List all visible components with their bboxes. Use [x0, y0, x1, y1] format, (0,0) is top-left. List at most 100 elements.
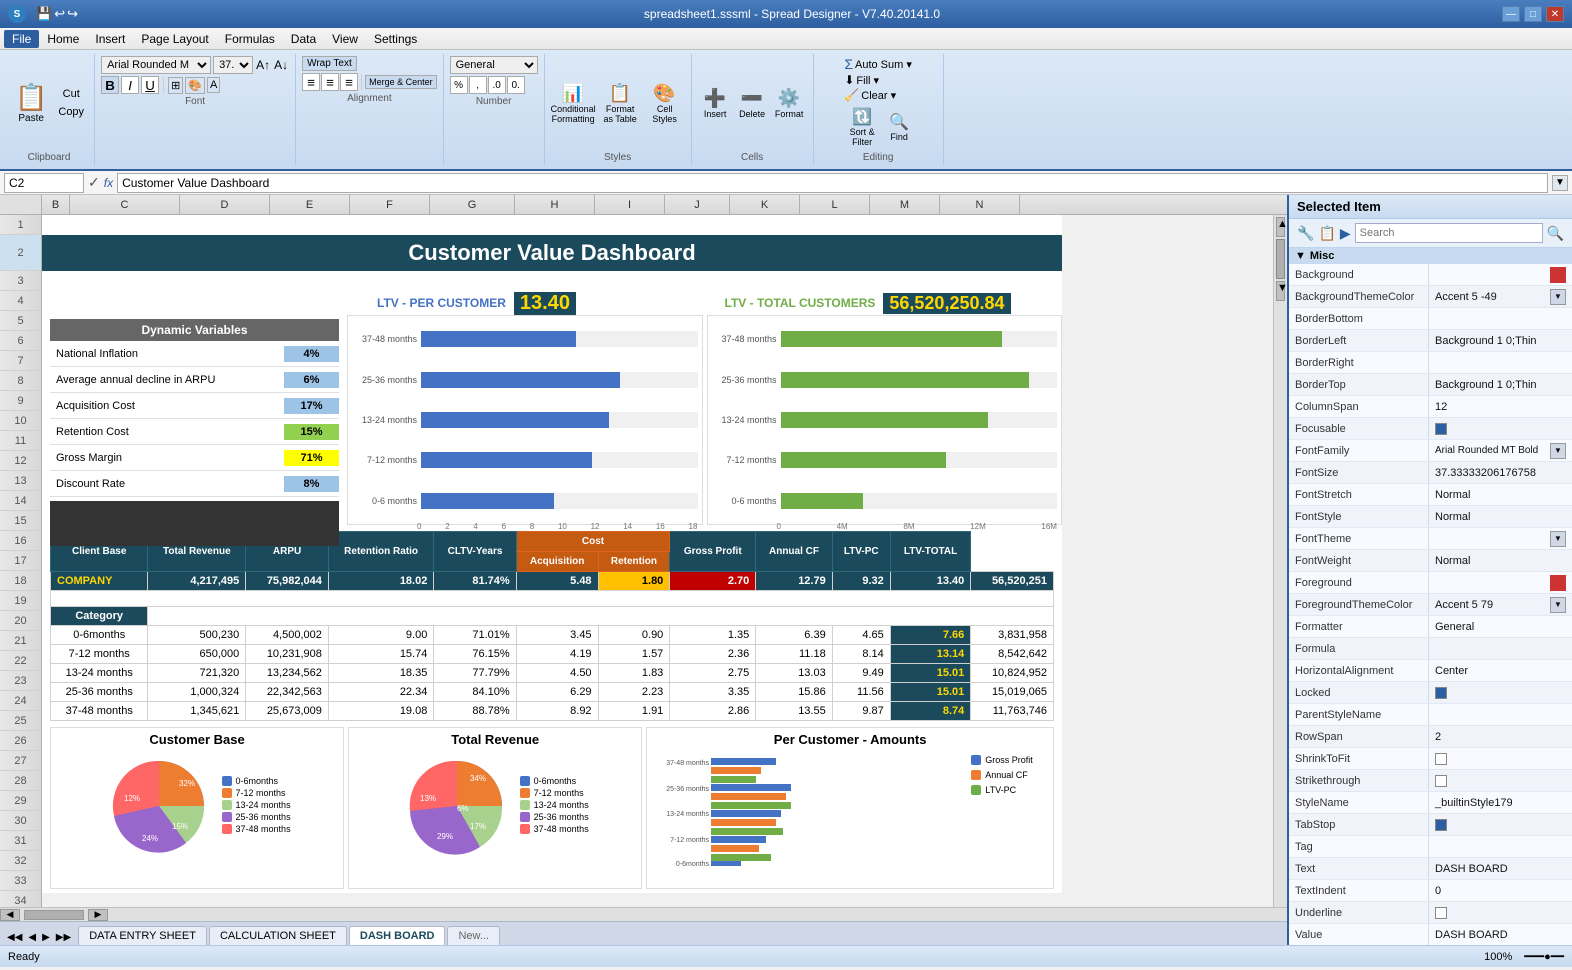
table-row-7-12[interactable]: 7-12 months 650,000 10,231,908 15.74 76.… [51, 645, 1054, 664]
fill-color-btn[interactable]: 🎨 [185, 77, 205, 94]
font-theme-dropdown[interactable]: ▼ [1550, 531, 1566, 547]
prop-border-top[interactable]: BorderTop Background 1 0;Thin [1289, 374, 1572, 396]
paste-btn[interactable]: 📋 Paste [10, 79, 52, 127]
delete-btn[interactable]: ➖ Delete [735, 85, 770, 122]
row-12[interactable]: 12 [0, 451, 41, 471]
table-row-company[interactable]: COMPANY 4,217,495 75,982,044 18.02 81.74… [51, 572, 1054, 591]
prop-font-style[interactable]: FontStyle Normal [1289, 506, 1572, 528]
row-4[interactable]: 4 [0, 291, 41, 311]
prop-font-theme[interactable]: FontTheme ▼ [1289, 528, 1572, 550]
row-25[interactable]: 25 [0, 711, 41, 731]
var-row-5[interactable]: Gross Margin 71% [50, 445, 339, 471]
wrap-text-btn[interactable]: Wrap Text [302, 56, 357, 71]
align-left-btn[interactable]: ≡ [302, 73, 320, 91]
var-row-6[interactable]: Discount Rate 8% [50, 471, 339, 497]
row-10[interactable]: 10 [0, 411, 41, 431]
increase-font-btn[interactable]: A↑ [255, 57, 271, 73]
strikethrough-checkbox[interactable] [1435, 775, 1447, 787]
col-n[interactable]: N [940, 195, 1020, 214]
row-8[interactable]: 8 [0, 371, 41, 391]
focusable-checkbox[interactable] [1435, 423, 1447, 435]
tabstop-checkbox[interactable] [1435, 819, 1447, 831]
align-center-btn[interactable]: ≡ [321, 73, 339, 91]
background-color-btn[interactable] [1550, 267, 1566, 283]
tab-nav-left[interactable]: ◀◀ [4, 930, 25, 945]
prop-underline[interactable]: Underline [1289, 902, 1572, 924]
border-btn[interactable]: ⊞ [168, 77, 183, 94]
row-20[interactable]: 20 [0, 611, 41, 631]
table-row-0-6[interactable]: 0-6months 500,230 4,500,002 9.00 71.01% … [51, 626, 1054, 645]
prop-focusable[interactable]: Focusable [1289, 418, 1572, 440]
fg-theme-dropdown[interactable]: ▼ [1550, 597, 1566, 613]
comma-btn[interactable]: , [469, 76, 487, 94]
section-collapse-icon[interactable]: ▼ [1295, 250, 1306, 262]
tab-nav-prev[interactable]: ◀ [25, 930, 39, 945]
row-14[interactable]: 14 [0, 491, 41, 511]
align-right-btn[interactable]: ≡ [340, 73, 358, 91]
underline-checkbox[interactable] [1435, 907, 1447, 919]
prop-background[interactable]: Background [1289, 264, 1572, 286]
prop-row-span[interactable]: RowSpan 2 [1289, 726, 1572, 748]
font-color-btn[interactable]: A [207, 77, 220, 93]
font-family-dropdown[interactable]: ▼ [1550, 443, 1566, 459]
tab-nav-next[interactable]: ▶ [39, 930, 53, 945]
shrink-checkbox[interactable] [1435, 753, 1447, 765]
bg-theme-dropdown[interactable]: ▼ [1550, 289, 1566, 305]
prop-parent-style[interactable]: ParentStyleName [1289, 704, 1572, 726]
row-26[interactable]: 26 [0, 731, 41, 751]
col-i[interactable]: I [595, 195, 665, 214]
menu-data[interactable]: Data [283, 30, 324, 48]
row-22[interactable]: 22 [0, 651, 41, 671]
cell-reference-box[interactable] [4, 173, 84, 193]
menu-page-layout[interactable]: Page Layout [133, 30, 216, 48]
fill-label[interactable]: Fill ▾ [856, 74, 879, 87]
minimize-btn[interactable]: — [1502, 6, 1520, 22]
row-11[interactable]: 11 [0, 431, 41, 451]
prop-border-bottom[interactable]: BorderBottom [1289, 308, 1572, 330]
cell-styles-btn[interactable]: 🎨 CellStyles [645, 80, 685, 127]
row-31[interactable]: 31 [0, 831, 41, 851]
menu-settings[interactable]: Settings [366, 30, 425, 48]
prop-formatter[interactable]: Formatter General [1289, 616, 1572, 638]
col-j[interactable]: J [665, 195, 730, 214]
property-search-input[interactable] [1355, 223, 1543, 243]
decrease-dec-btn[interactable]: 0. [507, 76, 525, 94]
font-size-select[interactable]: 37.3 [213, 56, 253, 74]
merge-btn[interactable]: Merge & Center [365, 75, 437, 89]
conditional-format-btn[interactable]: 📊 ConditionalFormatting [551, 80, 596, 127]
row-13[interactable]: 13 [0, 471, 41, 491]
prop-foreground[interactable]: Foreground [1289, 572, 1572, 594]
prop-icon-2[interactable]: 📋 [1318, 225, 1335, 242]
formula-bar-expand[interactable]: ▼ [1552, 175, 1568, 191]
prop-shrink[interactable]: ShrinkToFit [1289, 748, 1572, 770]
horizontal-scrollbar[interactable]: ◀ ▶ [0, 907, 1287, 921]
close-btn[interactable]: ✕ [1546, 6, 1564, 22]
bold-btn[interactable]: B [101, 76, 119, 94]
prop-icon-1[interactable]: 🔧 [1297, 225, 1314, 242]
col-d[interactable]: D [180, 195, 270, 214]
row-23[interactable]: 23 [0, 671, 41, 691]
prop-border-left[interactable]: BorderLeft Background 1 0;Thin [1289, 330, 1572, 352]
row-30[interactable]: 30 [0, 811, 41, 831]
scroll-down-btn[interactable]: ▼ [1276, 281, 1285, 301]
sort-filter-btn[interactable]: 🔃 Sort &Filter [842, 104, 882, 150]
formula-expand-btn[interactable]: ✓ [88, 174, 100, 191]
row-18[interactable]: 18 [0, 571, 41, 591]
scroll-right-btn[interactable]: ▶ [88, 909, 108, 921]
row-33[interactable]: 33 [0, 871, 41, 891]
row-24[interactable]: 24 [0, 691, 41, 711]
var-row-2[interactable]: Average annual decline in ARPU 6% [50, 367, 339, 393]
col-b[interactable]: B [42, 195, 70, 214]
tab-calculation[interactable]: CALCULATION SHEET [209, 926, 347, 945]
prop-text-indent[interactable]: TextIndent 0 [1289, 880, 1572, 902]
row-7[interactable]: 7 [0, 351, 41, 371]
table-row-37-48[interactable]: 37-48 months 1,345,621 25,673,009 19.08 … [51, 702, 1054, 721]
scroll-up-btn[interactable]: ▲ [1276, 217, 1285, 237]
row-21[interactable]: 21 [0, 631, 41, 651]
row-15[interactable]: 15 [0, 511, 41, 531]
locked-checkbox[interactable] [1435, 687, 1447, 699]
prop-foreground-theme[interactable]: ForegroundThemeColor Accent 5 79▼ [1289, 594, 1572, 616]
foreground-color-btn[interactable] [1550, 575, 1566, 591]
tab-dashboard[interactable]: DASH BOARD [349, 926, 446, 945]
row-2[interactable]: 2 [0, 235, 41, 271]
